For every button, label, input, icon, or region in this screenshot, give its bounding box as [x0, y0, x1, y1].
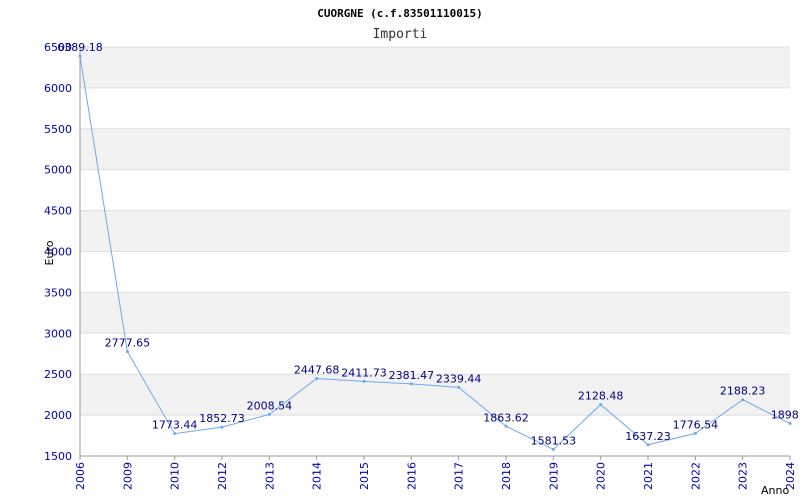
data-point [788, 421, 792, 425]
grid-band [80, 210, 790, 252]
background-bands [80, 47, 790, 416]
data-label: 1898.6 [771, 408, 800, 421]
data-label: 1581.53 [531, 434, 577, 447]
x-tick-label: 2017 [453, 462, 466, 490]
data-point [362, 379, 366, 383]
x-tick-label: 2012 [216, 462, 229, 490]
grid-band [80, 128, 790, 170]
chart-subtitle: Importi [373, 27, 428, 42]
data-label: 2381.47 [389, 369, 435, 382]
x-tick-labels: 2006 2009 2010 2012 2013 2014 2015 2016 2017 2018… [74, 456, 797, 490]
data-label: 1773.44 [152, 419, 198, 432]
data-point [504, 424, 508, 428]
x-tick-label: 2006 [74, 462, 87, 490]
y-tick-label: 4500 [44, 205, 72, 218]
data-point [741, 398, 745, 402]
data-point [125, 349, 129, 353]
x-tick-label: 2023 [737, 462, 750, 490]
y-tick-label: 2000 [44, 409, 72, 422]
data-label: 1852.73 [199, 412, 245, 425]
data-label: 2411.73 [341, 366, 387, 379]
line-chart: 1500200025003000350040004500500055006000… [43, 7, 800, 497]
x-tick-label: 2014 [311, 462, 324, 490]
data-label: 6389.18 [57, 41, 103, 54]
data-point [646, 443, 650, 447]
data-point [220, 425, 224, 429]
data-point [173, 432, 177, 436]
data-point [267, 412, 271, 416]
data-label: 2339.44 [436, 372, 482, 385]
data-label: 2777.65 [105, 336, 151, 349]
x-tick-label: 2015 [358, 462, 371, 490]
grid-band [80, 292, 790, 334]
data-label: 1863.62 [483, 411, 529, 424]
x-tick-label: 2010 [169, 462, 182, 490]
y-axis-label: Euro [43, 240, 56, 265]
data-label: 2447.68 [294, 363, 340, 376]
x-tick-label: 2018 [500, 462, 513, 490]
data-point [551, 447, 555, 451]
x-tick-label: 2022 [689, 462, 702, 490]
y-tick-label: 1500 [44, 450, 72, 463]
data-label: 2128.48 [578, 390, 624, 403]
y-tick-label: 3500 [44, 286, 72, 299]
data-label: 2188.23 [720, 385, 766, 398]
data-point [315, 376, 319, 380]
x-tick-label: 2013 [263, 462, 276, 490]
y-tick-label: 5500 [44, 123, 72, 136]
x-tick-label: 2016 [405, 462, 418, 490]
data-point [693, 431, 697, 435]
data-label: 1776.54 [673, 418, 719, 431]
data-label: 2008.54 [247, 399, 293, 412]
y-tick-label: 3000 [44, 327, 72, 340]
x-tick-label: 2021 [642, 462, 655, 490]
data-point [409, 382, 413, 386]
data-point [599, 403, 603, 407]
y-tick-label: 6000 [44, 82, 72, 95]
grid-band [80, 47, 790, 88]
x-tick-label: 2009 [121, 462, 134, 490]
y-tick-label: 2500 [44, 368, 72, 381]
chart-title: CUORGNE (c.f.83501110015) [317, 7, 483, 20]
x-axis-label: Anno [761, 484, 789, 497]
data-label: 1637.23 [625, 430, 671, 443]
y-tick-label: 5000 [44, 164, 72, 177]
x-tick-label: 2019 [547, 462, 560, 490]
data-point [457, 385, 461, 389]
data-point [78, 54, 82, 58]
x-tick-label: 2020 [595, 462, 608, 490]
